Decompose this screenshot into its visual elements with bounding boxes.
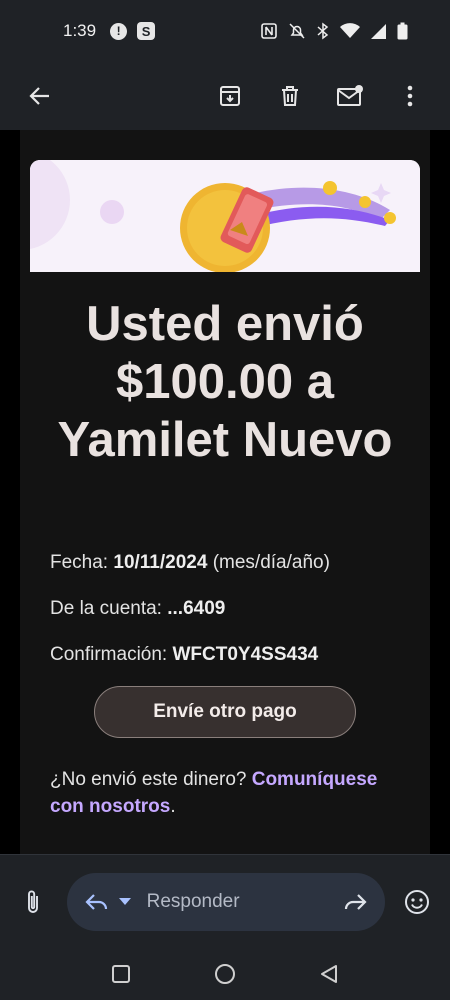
archive-button[interactable] — [208, 74, 252, 118]
confirmation-value: WFCT0Y4SS434 — [172, 644, 319, 665]
footer-note: ¿No envió este dinero? Comuníquese con n… — [50, 766, 410, 820]
delete-button[interactable] — [268, 74, 312, 118]
s-app-icon: S — [137, 22, 156, 40]
confirmation-row: Confirmación: WFCT0Y4SS434 — [50, 632, 410, 678]
mark-unread-icon — [337, 85, 363, 106]
signal-icon — [371, 23, 386, 39]
app-bar — [0, 62, 450, 130]
payment-headline: Usted envió $100.00 a Yamilet Nuevo — [20, 295, 430, 469]
account-value: ...6409 — [167, 598, 226, 619]
date-suffix: (mes/día/año) — [212, 552, 330, 573]
more-options-button[interactable] — [388, 74, 432, 118]
bluetooth-icon — [317, 22, 329, 40]
reply-placeholder[interactable]: Responder — [147, 891, 334, 913]
footer-period: . — [170, 796, 176, 817]
wifi-icon — [340, 23, 360, 38]
alert-icon: ! — [110, 22, 128, 40]
more-icon — [407, 85, 413, 107]
home-icon[interactable] — [214, 963, 236, 985]
status-time: 1:39 — [63, 21, 97, 40]
account-label: De la cuenta: — [50, 598, 162, 619]
mute-icon — [289, 23, 305, 39]
date-row: Fecha: 10/11/2024 (mes/día/año) — [50, 540, 410, 586]
footer-question: ¿No envió este dinero? — [50, 769, 247, 790]
attachment-icon — [28, 890, 39, 913]
email-body[interactable]: Usted envió $100.00 a Yamilet Nuevo Fech… — [0, 130, 450, 854]
status-bar: 1:39 ! S — [0, 0, 450, 62]
reply-icon[interactable] — [85, 892, 109, 912]
emoji-icon — [404, 889, 429, 914]
arrow-back-icon — [29, 87, 49, 105]
chevron-down-icon[interactable] — [118, 897, 131, 906]
app-actions — [208, 74, 432, 118]
reply-bar: Responder — [0, 854, 450, 948]
headline-line-1: Usted envió — [86, 297, 364, 351]
headline-line-3: Yamilet Nuevo — [57, 413, 393, 467]
back-button[interactable] — [18, 74, 62, 118]
send-another-payment-button[interactable]: Envíe otro pago — [94, 686, 356, 738]
payment-details: Fecha: 10/11/2024 (mes/día/año) De la cu… — [50, 540, 410, 678]
attach-button[interactable] — [12, 880, 55, 924]
forward-icon[interactable] — [343, 892, 367, 912]
status-left: 1:39 ! S — [63, 21, 156, 41]
payment-banner — [30, 160, 420, 272]
date-value: 10/11/2024 — [113, 552, 208, 573]
emoji-button[interactable] — [395, 880, 438, 924]
delete-icon — [282, 86, 298, 106]
mark-unread-button[interactable] — [328, 74, 372, 118]
banner-illustration — [30, 160, 420, 272]
reply-field[interactable]: Responder — [66, 872, 386, 931]
system-nav-bar — [0, 948, 450, 1000]
email-card: Usted envió $100.00 a Yamilet Nuevo Fech… — [20, 130, 430, 854]
recents-icon[interactable] — [111, 964, 131, 984]
confirmation-label: Confirmación: — [50, 644, 168, 665]
status-right — [260, 22, 408, 40]
date-label: Fecha: — [50, 552, 109, 573]
archive-icon — [220, 86, 240, 106]
account-row: De la cuenta: ...6409 — [50, 586, 410, 632]
battery-icon — [397, 22, 408, 40]
back-nav-icon[interactable] — [319, 964, 339, 984]
nfc-icon — [261, 23, 277, 39]
headline-line-2: $100.00 a — [116, 355, 334, 409]
